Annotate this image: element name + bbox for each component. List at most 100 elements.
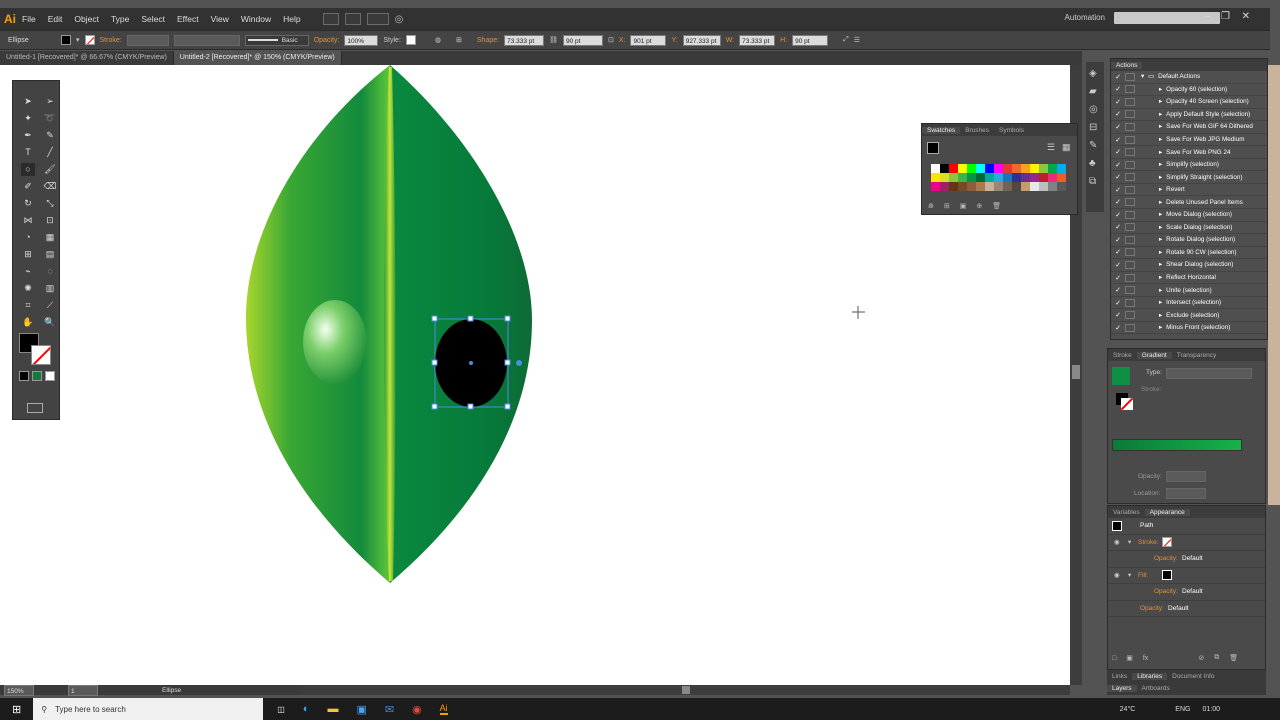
menu-type[interactable]: Type [111, 14, 129, 24]
water-drop[interactable] [303, 300, 367, 384]
shape-label[interactable]: Shape: [477, 37, 499, 44]
horizontal-scrollbar[interactable] [300, 685, 1070, 695]
swatch-chip[interactable] [931, 164, 940, 173]
tab-swatches[interactable]: Swatches [922, 126, 961, 134]
windows-start-icon[interactable]: ⊞ [12, 703, 21, 716]
magic-wand-tool-icon[interactable]: ✦ [21, 112, 35, 125]
action-row[interactable]: ✓ ▸ Apply Default Style (selection) [1111, 109, 1267, 122]
symbol-sprayer-tool-icon[interactable]: ✺ [21, 282, 35, 295]
check-icon[interactable]: ✓ [1111, 299, 1125, 307]
appearance-fill-opacity-row[interactable]: Opacity: Default [1108, 584, 1265, 601]
stroke-none-swatch[interactable] [84, 35, 95, 45]
swatch-chip[interactable] [1030, 164, 1039, 173]
chevron-right-icon[interactable]: ▸ [1159, 261, 1162, 268]
action-row[interactable]: ✓ ▸ Save For Web JPG Medium [1111, 134, 1267, 147]
chevron-right-icon[interactable]: ▸ [1159, 123, 1162, 130]
menu-effect[interactable]: Effect [177, 14, 199, 24]
y-field[interactable]: 927.333 pt [682, 34, 721, 46]
action-row[interactable]: ✓ ▸ Opacity 60 (selection) [1111, 84, 1267, 97]
stroke-none-icon[interactable] [1162, 537, 1172, 548]
chevron-right-icon[interactable]: ▸ [1159, 111, 1162, 118]
arrange-documents-icon[interactable] [366, 13, 389, 25]
tab-untitled-2[interactable]: Untitled-2 [Recovered]* @ 150% (CMYK/Pre… [173, 51, 342, 65]
chevron-right-icon[interactable]: ▸ [1159, 86, 1162, 93]
action-row[interactable]: ✓ ▸ Revert [1111, 184, 1267, 197]
check-icon[interactable]: ✓ [1111, 98, 1125, 106]
tab-stroke[interactable]: Stroke [1108, 352, 1137, 359]
swatch-chip[interactable] [1048, 182, 1057, 191]
gradient-tool-icon[interactable]: ▤ [43, 248, 57, 261]
graphic-style-swatch[interactable] [405, 35, 416, 45]
link-icon[interactable]: ⛓ [549, 36, 558, 44]
transform-icon[interactable]: ⊡ [608, 36, 614, 44]
stroke-color-box[interactable] [31, 345, 51, 365]
isolate-icon[interactable]: ⤢ [843, 36, 849, 44]
swatch-chip[interactable] [949, 182, 958, 191]
swatch-chip[interactable] [985, 182, 994, 191]
eyedropper-tool-icon[interactable]: ⌁ [21, 265, 35, 278]
weather-temp[interactable]: 24°C [1120, 706, 1136, 713]
recolor-icon[interactable]: ◍ [435, 36, 441, 44]
clear-appearance-icon[interactable]: ⊘ [1198, 654, 1204, 662]
action-row[interactable]: ✓ ▸ Save For Web GIF 64 Dithered [1111, 121, 1267, 134]
swatch-chip[interactable] [994, 182, 1003, 191]
mail-icon[interactable]: ✉ [385, 703, 394, 716]
opacity-label[interactable]: Opacity: [314, 37, 340, 44]
chevron-right-icon[interactable]: ▸ [1159, 161, 1162, 168]
free-transform-tool-icon[interactable]: ⊡ [43, 214, 57, 227]
appearance-fill-row[interactable]: ◉ ▾ Fill: [1108, 568, 1265, 584]
check-icon[interactable]: ✓ [1111, 274, 1125, 282]
action-row[interactable]: ✓ ▸ Scale Dialog (selection) [1111, 222, 1267, 235]
check-icon[interactable]: ✓ [1111, 161, 1125, 169]
swatch-chip[interactable] [976, 164, 985, 173]
chevron-down-icon[interactable]: ▾ [1128, 571, 1138, 579]
dialog-toggle-icon[interactable] [1125, 110, 1135, 119]
swatch-chip[interactable] [1048, 164, 1057, 173]
perspective-grid-tool-icon[interactable]: ▦ [43, 231, 57, 244]
task-view-icon[interactable]: ◫ [277, 705, 285, 714]
check-icon[interactable]: ✓ [1111, 173, 1125, 181]
scale-tool-icon[interactable]: ⤡ [43, 197, 57, 210]
gradient-type-select[interactable] [1166, 368, 1252, 379]
taskbar-search[interactable]: ⚲ Type here to search [33, 698, 264, 720]
fill-swatch[interactable] [61, 35, 71, 45]
check-icon[interactable]: ✓ [1111, 324, 1125, 332]
action-row[interactable]: ✓ ▸ Rotate Dialog (selection) [1111, 234, 1267, 247]
swatch-chip[interactable] [976, 173, 985, 182]
tab-transparency[interactable]: Transparency [1172, 352, 1222, 359]
transform-panel-icon[interactable]: ⧉ [1089, 176, 1101, 187]
gradient-slider[interactable] [1112, 439, 1242, 451]
chevron-right-icon[interactable]: ▸ [1159, 312, 1162, 319]
swatch-chip[interactable] [1057, 164, 1066, 173]
show-kinds-icon[interactable]: ⊞ [944, 202, 950, 210]
action-row[interactable]: ✓ ▸ Simplify Straight (selection) [1111, 171, 1267, 184]
swatch-chip[interactable] [1039, 164, 1048, 173]
color-guide-icon[interactable]: ▰ [1089, 86, 1101, 97]
swatch-chip[interactable] [931, 173, 940, 182]
dialog-toggle-icon[interactable] [1125, 198, 1135, 207]
paintbrush-tool-icon[interactable]: 🖌 [43, 163, 57, 176]
file-explorer-icon[interactable]: ▬ [327, 703, 338, 715]
brush-definition[interactable]: Basic [244, 34, 309, 46]
swatch-chip[interactable] [967, 164, 976, 173]
chevron-right-icon[interactable]: ▸ [1159, 287, 1162, 294]
direct-selection-tool-icon[interactable]: ➢ [43, 95, 57, 108]
tab-untitled-1[interactable]: Untitled-1 [Recovered]* @ 66.67% (CMYK/P… [0, 51, 174, 65]
tab-document-info[interactable]: Document Info [1167, 673, 1219, 680]
menu-object[interactable]: Object [74, 14, 99, 24]
artboard-tool-icon[interactable]: ⌗ [21, 299, 35, 312]
action-row[interactable]: ✓ ▸ Rotate 90 CW (selection) [1111, 247, 1267, 260]
check-icon[interactable]: ✓ [1111, 148, 1125, 156]
store-icon[interactable]: ▣ [356, 703, 366, 716]
check-icon[interactable]: ✓ [1111, 73, 1125, 81]
swatch-chip[interactable] [940, 182, 949, 191]
swatch-chip[interactable] [1039, 173, 1048, 182]
check-icon[interactable]: ✓ [1111, 198, 1125, 206]
variable-width-field[interactable] [173, 34, 240, 46]
action-row[interactable]: ✓ ▸ Save For Web PNG 24 [1111, 146, 1267, 159]
lasso-tool-icon[interactable]: ➰ [43, 112, 57, 125]
restore-icon[interactable]: ❐ [1221, 11, 1230, 22]
menu-edit[interactable]: Edit [48, 14, 63, 24]
swatch-chip[interactable] [1039, 182, 1048, 191]
graph-tool-icon[interactable]: ▥ [43, 282, 57, 295]
